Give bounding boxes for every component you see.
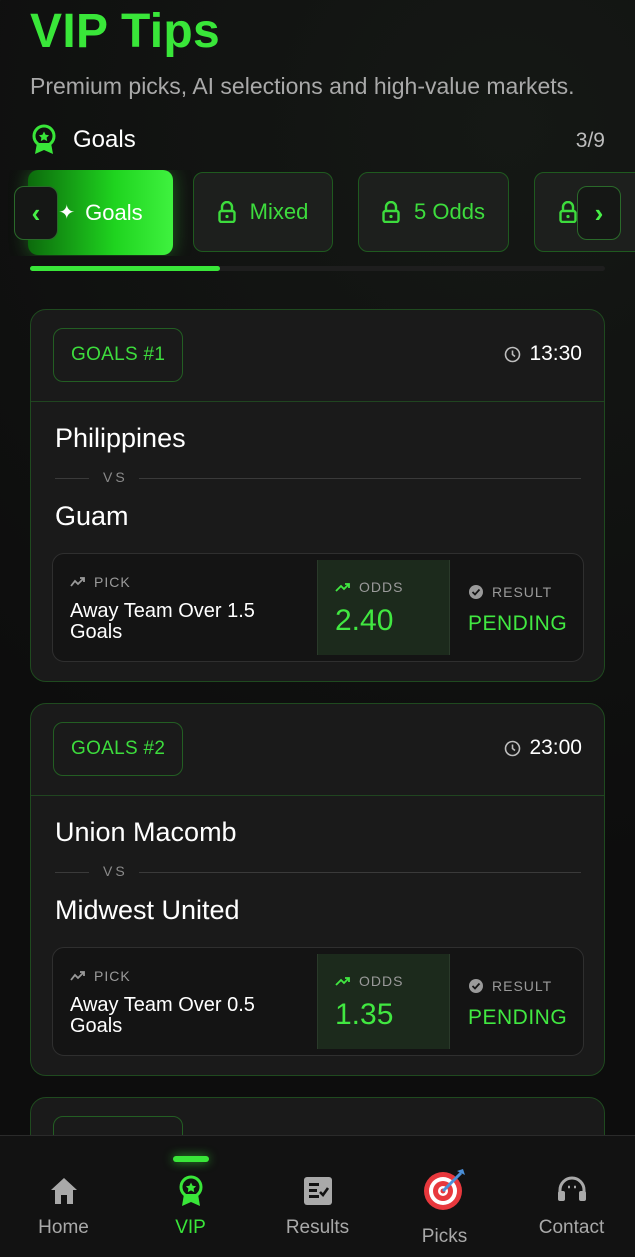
- pick-section: PICK Away Team Over 1.5 Goals: [53, 554, 317, 661]
- trend-zigzag-icon: [70, 577, 85, 587]
- home-team: Union Macomb: [55, 817, 237, 847]
- tab-label: Mixed: [249, 199, 309, 224]
- tabs-scroll-progress-fill: [30, 266, 220, 271]
- category-tabs: ✦ Goals Mixed 5 Odds: [0, 170, 635, 256]
- sparkle-icon: ✦: [58, 202, 76, 224]
- tab-label: 5 Odds: [414, 199, 485, 224]
- odds-label-text: ODDS: [359, 579, 404, 595]
- pick-section: PICK Away Team Over 0.5 Goals: [53, 948, 317, 1055]
- result-label: RESULT: [468, 584, 552, 600]
- nav-contact[interactable]: Contact: [508, 1136, 635, 1257]
- results-list-icon: [304, 1177, 332, 1205]
- tip-badge: GOALS #2: [53, 722, 184, 776]
- home-team: Philippines: [55, 423, 186, 453]
- nav-label: Picks: [421, 1226, 468, 1247]
- tip-card: GOALS #2 23:00 Union Macomb VS Midwest U…: [30, 703, 605, 1076]
- tabs-scroll-progress: [30, 266, 605, 271]
- away-team: Midwest United: [55, 895, 240, 925]
- vs-divider: VS: [55, 468, 581, 488]
- odds-value: 1.35: [335, 998, 394, 1031]
- trend-zigzag-icon: [70, 971, 85, 981]
- result-label-text: RESULT: [492, 978, 553, 994]
- tip-card-header: GOALS #1 13:30: [31, 310, 604, 402]
- odds-section: ODDS 1.35: [317, 954, 450, 1049]
- section-label: Goals: [73, 126, 136, 153]
- pick-label: PICK: [70, 968, 131, 984]
- result-label-text: RESULT: [492, 584, 553, 600]
- page-subtitle: Premium picks, AI selections and high-va…: [30, 73, 575, 99]
- home-icon: [51, 1178, 77, 1204]
- verified-check-icon: [469, 979, 483, 993]
- lock-icon: [382, 201, 400, 223]
- odds-section: ODDS 2.40: [317, 560, 450, 655]
- kickoff-time: 23:00: [504, 736, 582, 760]
- pick-value: Away Team Over 1.5 Goals: [70, 600, 255, 643]
- pick-label-text: PICK: [94, 968, 131, 984]
- nav-label: VIP: [175, 1217, 206, 1238]
- result-label: RESULT: [468, 978, 552, 994]
- trending-up-icon: [335, 583, 350, 592]
- tip-card-header: GOALS #2 23:00: [31, 704, 604, 796]
- verified-check-icon: [469, 585, 483, 599]
- vs-label: VS: [103, 469, 128, 485]
- pick-label: PICK: [70, 574, 131, 590]
- result-section: RESULT PENDING: [451, 948, 583, 1055]
- away-team: Guam: [55, 501, 129, 531]
- nav-home[interactable]: Home: [0, 1136, 127, 1257]
- trending-up-icon: [335, 977, 350, 986]
- kickoff-time-value: 23:00: [529, 736, 582, 759]
- target-dart-icon: [424, 1169, 465, 1210]
- clock-icon: [505, 346, 521, 362]
- headset-icon: [558, 1176, 586, 1201]
- active-indicator: [173, 1156, 209, 1162]
- nav-picks[interactable]: Picks: [381, 1136, 508, 1257]
- tab-label: Goals: [85, 199, 143, 225]
- result-value: PENDING: [468, 1006, 568, 1029]
- kickoff-time: 13:30: [504, 342, 582, 366]
- nav-label: Contact: [538, 1217, 605, 1238]
- odds-label-text: ODDS: [359, 973, 404, 989]
- odds-label: ODDS: [335, 973, 403, 989]
- lock-icon: [217, 201, 236, 223]
- section-count: 3/9: [575, 129, 605, 152]
- chevron-left-icon: ‹: [31, 197, 41, 228]
- lock-icon: [559, 201, 577, 223]
- clock-icon: [505, 740, 521, 756]
- pick-value: Away Team Over 0.5 Goals: [70, 994, 255, 1037]
- vs-rule: [55, 478, 89, 479]
- nav-results[interactable]: Results: [254, 1136, 381, 1257]
- nav-vip[interactable]: VIP: [127, 1136, 254, 1257]
- odds-label: ODDS: [335, 579, 403, 595]
- tab-mixed[interactable]: Mixed: [193, 172, 333, 252]
- nav-label: Home: [38, 1217, 89, 1238]
- tabs-next-button[interactable]: ›: [577, 186, 621, 240]
- tip-card: GOALS #1 13:30 Philippines VS Guam PICK …: [30, 309, 605, 682]
- bottom-navigation: Home VIP Results Picks Contact: [0, 1135, 635, 1257]
- award-badge-icon: [179, 1175, 203, 1206]
- chevron-right-icon: ›: [594, 197, 604, 228]
- vs-divider: VS: [55, 862, 581, 882]
- page-title: VIP Tips: [30, 5, 221, 58]
- kickoff-time-value: 13:30: [529, 342, 582, 365]
- pick-label-text: PICK: [94, 574, 131, 590]
- result-section: RESULT PENDING: [451, 554, 583, 661]
- vs-rule: [55, 872, 89, 873]
- vs-label: VS: [103, 863, 128, 879]
- award-badge-icon: [32, 124, 56, 154]
- result-value: PENDING: [468, 612, 568, 635]
- pick-details: PICK Away Team Over 1.5 Goals ODDS 2.40 …: [52, 553, 584, 662]
- tab-5-odds[interactable]: 5 Odds: [358, 172, 509, 252]
- vs-rule: [139, 478, 581, 479]
- section-header: Goals 3/9: [30, 122, 605, 158]
- odds-value: 2.40: [335, 604, 394, 637]
- pick-details: PICK Away Team Over 0.5 Goals ODDS 1.35 …: [52, 947, 584, 1056]
- nav-label: Results: [285, 1217, 350, 1238]
- tip-badge: GOALS #1: [53, 328, 184, 382]
- vs-rule: [139, 872, 581, 873]
- tabs-prev-button[interactable]: ‹: [14, 186, 58, 240]
